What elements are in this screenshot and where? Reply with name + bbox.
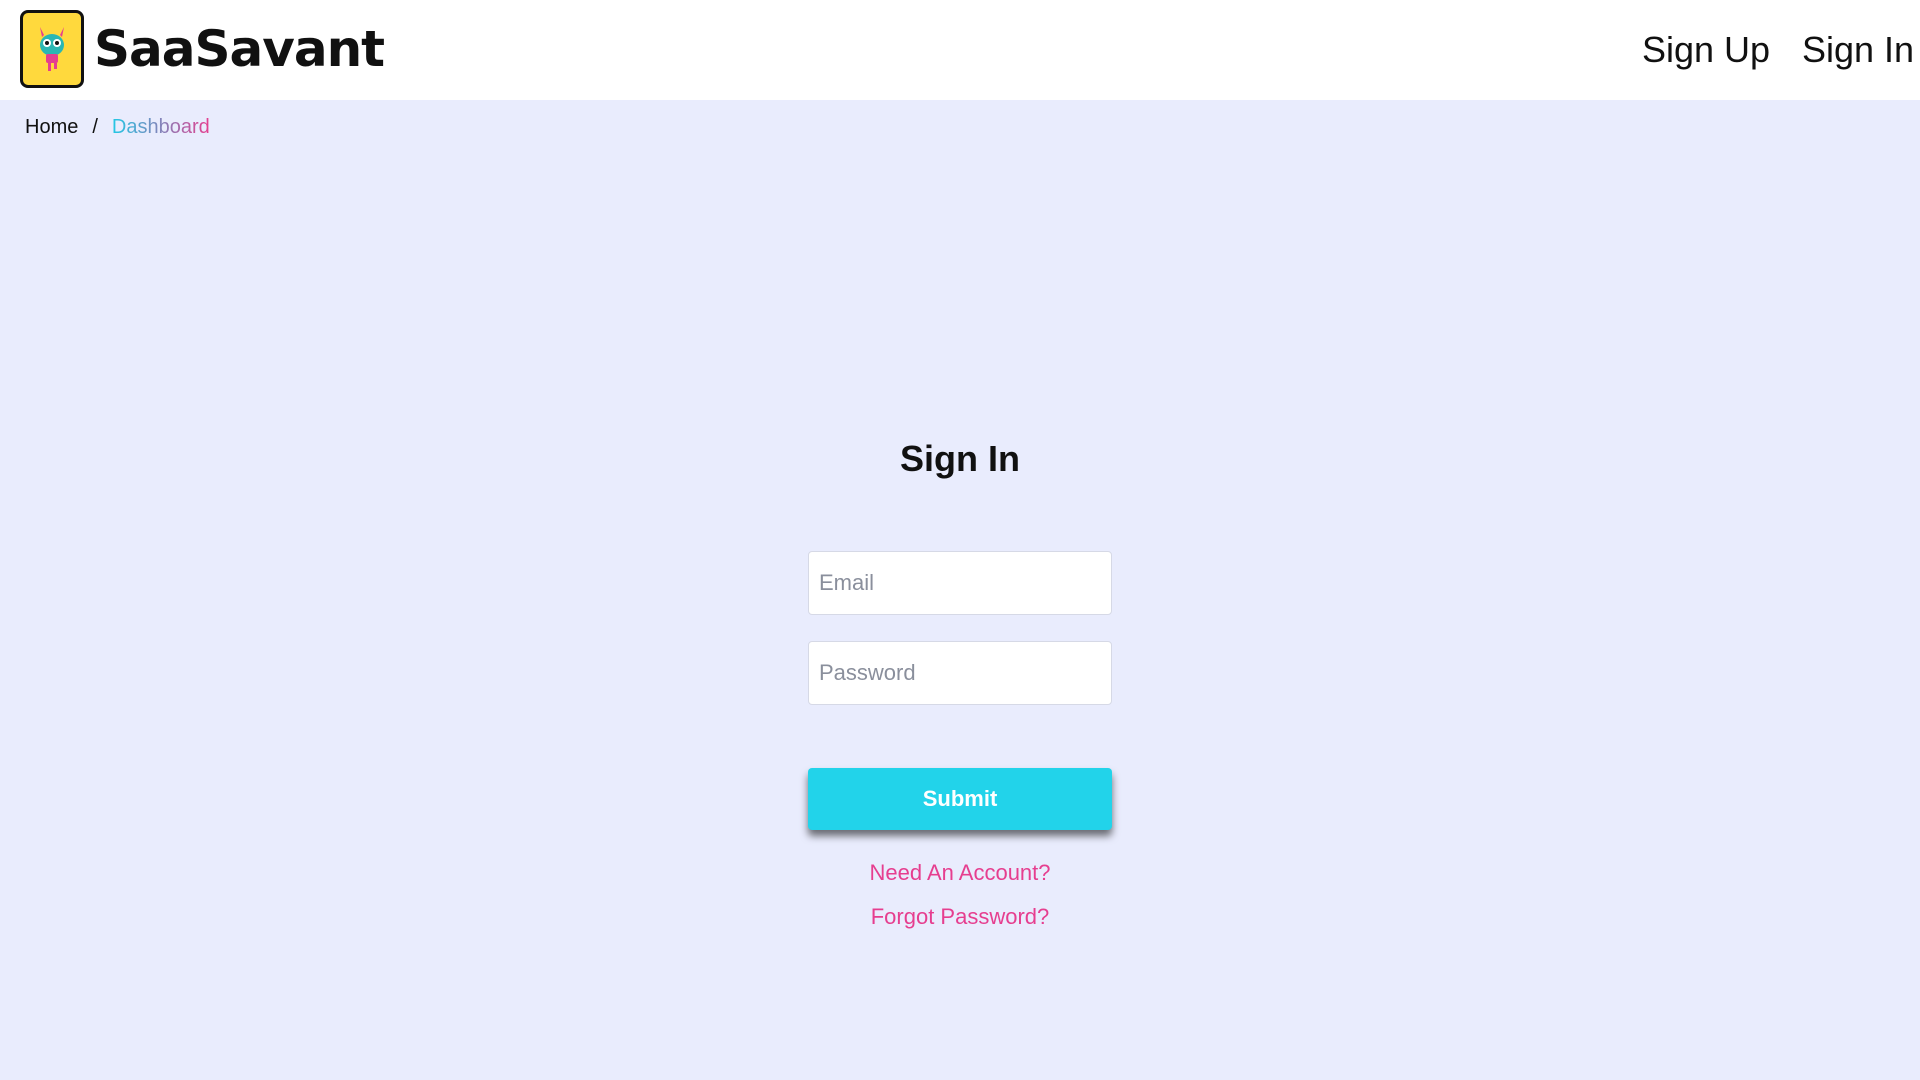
breadcrumb: Home / Dashboard <box>25 112 210 142</box>
email-input[interactable] <box>808 551 1112 615</box>
breadcrumb-separator: / <box>92 115 98 138</box>
main-content: Home / Dashboard Sign In Submit Need An … <box>0 100 1920 1080</box>
submit-button[interactable]: Submit <box>808 768 1112 830</box>
top-header: SaaSavant Sign Up Sign In <box>0 0 1920 100</box>
breadcrumb-dashboard-link[interactable]: Dashboard <box>112 116 210 139</box>
password-input[interactable] <box>808 641 1112 705</box>
brand-name[interactable]: SaaSavant <box>94 14 385 84</box>
page: SaaSavant Sign Up Sign In Home / Dashboa… <box>0 0 1920 1080</box>
need-account-link[interactable]: Need An Account? <box>0 860 1920 886</box>
forgot-password-link[interactable]: Forgot Password? <box>0 904 1920 930</box>
breadcrumb-home-link[interactable]: Home <box>25 116 78 139</box>
nav-sign-up-link[interactable]: Sign Up <box>1642 22 1770 78</box>
monster-mascot-icon <box>40 27 64 71</box>
nav-sign-in-link[interactable]: Sign In <box>1802 22 1914 78</box>
form-title: Sign In <box>900 438 1020 479</box>
logo-mascot-icon[interactable] <box>20 10 84 88</box>
